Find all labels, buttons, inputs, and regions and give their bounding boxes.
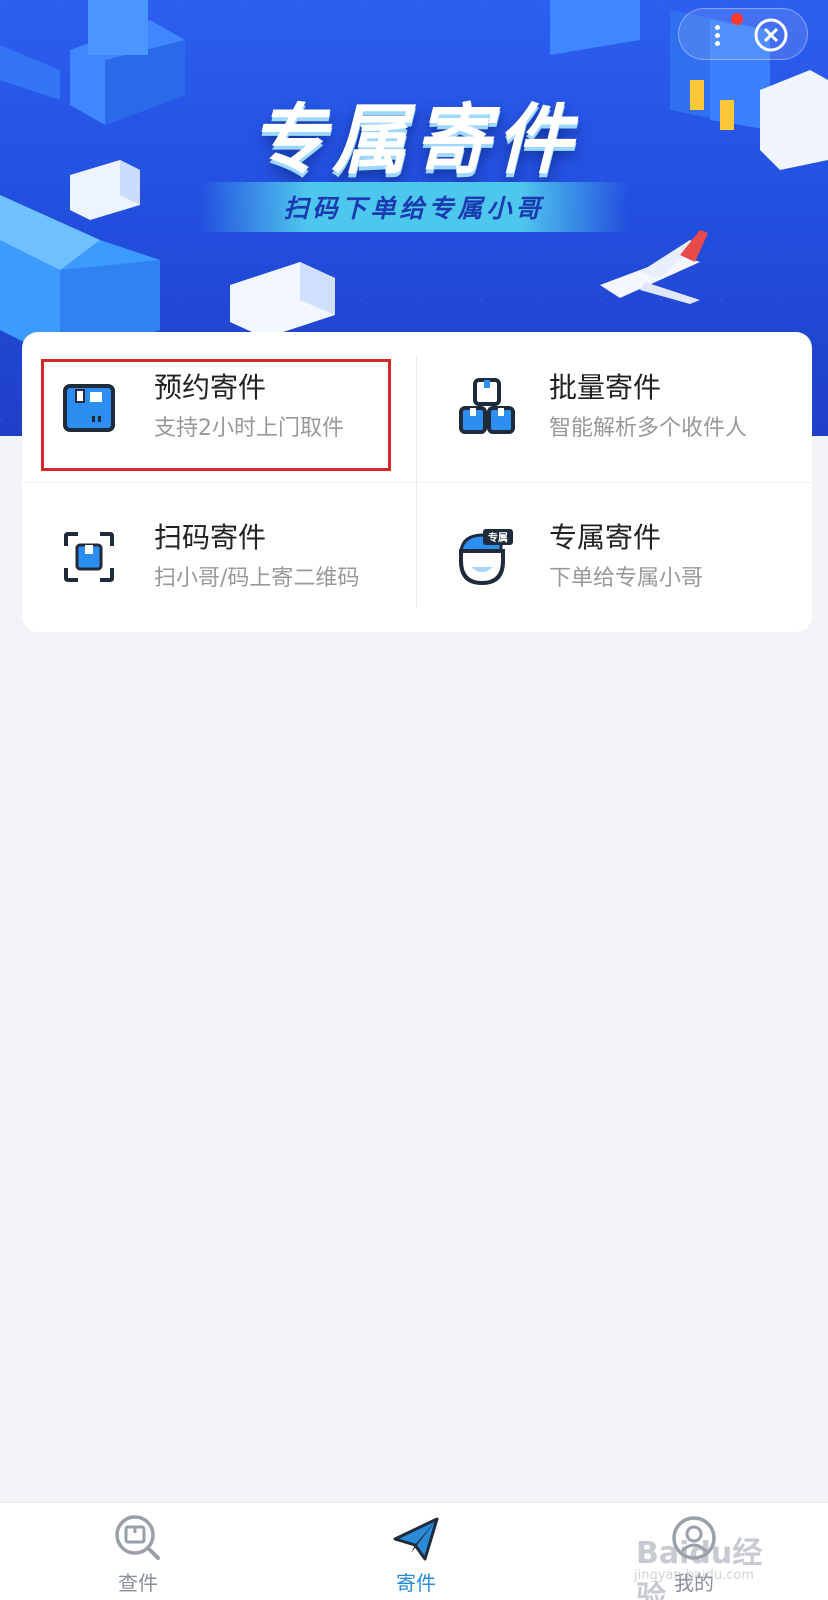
close-icon[interactable]	[753, 17, 789, 53]
courier-icon: 专属	[459, 529, 513, 586]
menu-item-batch-send[interactable]: 批量寄件 智能解析多个收件人	[417, 332, 812, 482]
scan-icon	[64, 532, 114, 582]
menu-item-title: 专属寄件	[549, 521, 662, 554]
tab-track[interactable]: 查件	[68, 1503, 208, 1600]
menu-item-subtitle: 下单给专属小哥	[549, 566, 704, 591]
menu-item-exclusive-send[interactable]: 专属 专属寄件 下单给专属小哥	[417, 482, 812, 632]
shipping-options-card: 预约寄件 支持2小时上门取件 批量寄件 智能解析多个收件人 扫码寄件 扫小哥/码…	[22, 332, 812, 632]
mini-program-capsule	[678, 8, 808, 60]
paper-plane-icon	[393, 1517, 439, 1561]
tab-send[interactable]: 寄件	[346, 1503, 486, 1600]
notification-dot	[731, 13, 743, 25]
tab-label: 寄件	[396, 1571, 436, 1595]
banner-subtitle-strip: 扫码下单给专属小哥	[200, 182, 628, 232]
menu-item-title: 批量寄件	[549, 371, 662, 404]
watermark-text: Baidu经验	[636, 1536, 763, 1600]
banner-title: 专属寄件	[250, 95, 578, 184]
menu-item-subtitle: 智能解析多个收件人	[549, 416, 748, 441]
watermark: Baidu经验 jingyan.baidu.com	[630, 1528, 780, 1600]
menu-item-subtitle: 扫小哥/码上寄二维码	[154, 566, 360, 591]
banner-subtitle: 扫码下单给专属小哥	[283, 194, 545, 223]
courier-badge-text: 专属	[488, 531, 508, 544]
tab-label: 查件	[118, 1571, 158, 1595]
menu-item-title: 扫码寄件	[154, 521, 267, 554]
menu-item-scan-send[interactable]: 扫码寄件 扫小哥/码上寄二维码	[22, 482, 417, 632]
watermark-sub: jingyan.baidu.com	[634, 1568, 754, 1583]
more-icon[interactable]	[715, 25, 721, 47]
highlight-box	[41, 359, 391, 471]
search-package-icon	[115, 1515, 160, 1560]
stacked-boxes-icon	[459, 378, 515, 434]
